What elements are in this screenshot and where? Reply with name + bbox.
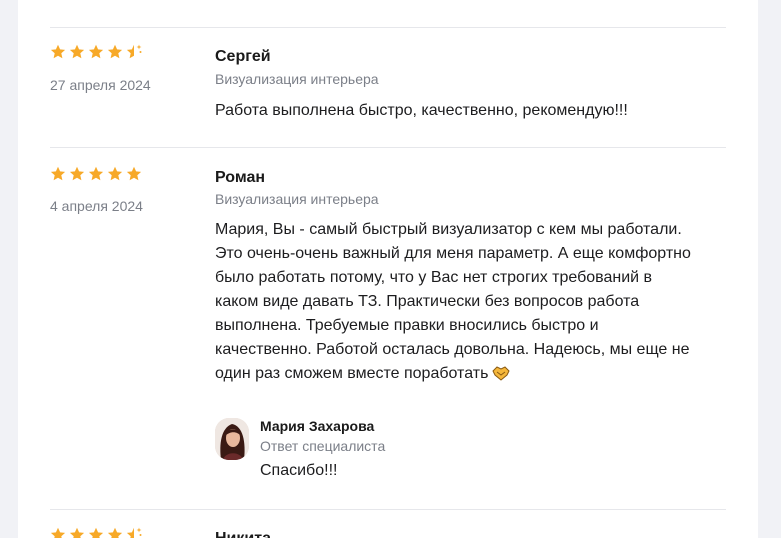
star-icon xyxy=(107,44,123,59)
divider xyxy=(50,27,726,28)
review-service: Визуализация интерьера xyxy=(215,191,379,207)
review-author: Роман xyxy=(215,169,266,186)
review-text-line-last: один раз сможем вместе поработать xyxy=(215,362,725,386)
reply-role: Ответ специалиста xyxy=(260,438,386,454)
review-text: Мария, Вы - самый быстрый визуализатор с… xyxy=(215,218,725,386)
avatar-image xyxy=(215,418,249,460)
review-text-line: выполнена. Требуемые правки вносились бы… xyxy=(215,317,599,334)
star-icon xyxy=(107,527,123,538)
star-icon xyxy=(126,166,142,181)
star-icon xyxy=(50,44,66,59)
review-text: Работа выполнена быстро, качественно, ре… xyxy=(215,99,725,123)
review-text-line: качественно. Работой осталась довольна. … xyxy=(215,341,690,358)
star-icon xyxy=(69,166,85,181)
star-icon xyxy=(107,166,123,181)
divider xyxy=(50,147,726,148)
review-text-line: Мария, Вы - самый быстрый визуализатор с… xyxy=(215,221,682,238)
review-text-line: было работать потому, что у Вас нет стро… xyxy=(215,269,653,286)
star-icon xyxy=(69,527,85,538)
star-icon xyxy=(88,527,104,538)
reviews-card: 27 апреля 2024 Сергей Визуализация интер… xyxy=(18,0,758,538)
rating-stars xyxy=(50,44,142,60)
review-service: Визуализация интерьера xyxy=(215,71,379,87)
star-icon xyxy=(50,527,66,538)
review-text-line: один раз сможем вместе поработать xyxy=(215,365,489,382)
review-text-line: каком виде давать ТЗ. Практически без во… xyxy=(215,293,640,310)
star-icon xyxy=(69,44,85,59)
review-date: 27 апреля 2024 xyxy=(50,77,151,93)
reply-author: Мария Захарова xyxy=(260,418,375,434)
star-half-sparkle-icon xyxy=(126,44,142,59)
divider xyxy=(50,509,726,510)
handshake-emoji-icon xyxy=(492,366,511,381)
rating-stars xyxy=(50,527,142,538)
review-text-line: Работа выполнена быстро, качественно, ре… xyxy=(215,102,628,119)
review-author: Никита xyxy=(215,530,271,538)
star-half-sparkle-icon xyxy=(126,527,142,538)
star-icon xyxy=(50,166,66,181)
review-date: 4 апреля 2024 xyxy=(50,198,143,214)
reply-text: Спасибо!!! xyxy=(260,462,338,479)
rating-stars xyxy=(50,166,142,182)
review-author: Сергей xyxy=(215,48,271,65)
star-icon xyxy=(88,44,104,59)
avatar xyxy=(215,418,249,460)
star-icon xyxy=(88,166,104,181)
review-text-line: Это очень-очень важный для меня параметр… xyxy=(215,245,691,262)
